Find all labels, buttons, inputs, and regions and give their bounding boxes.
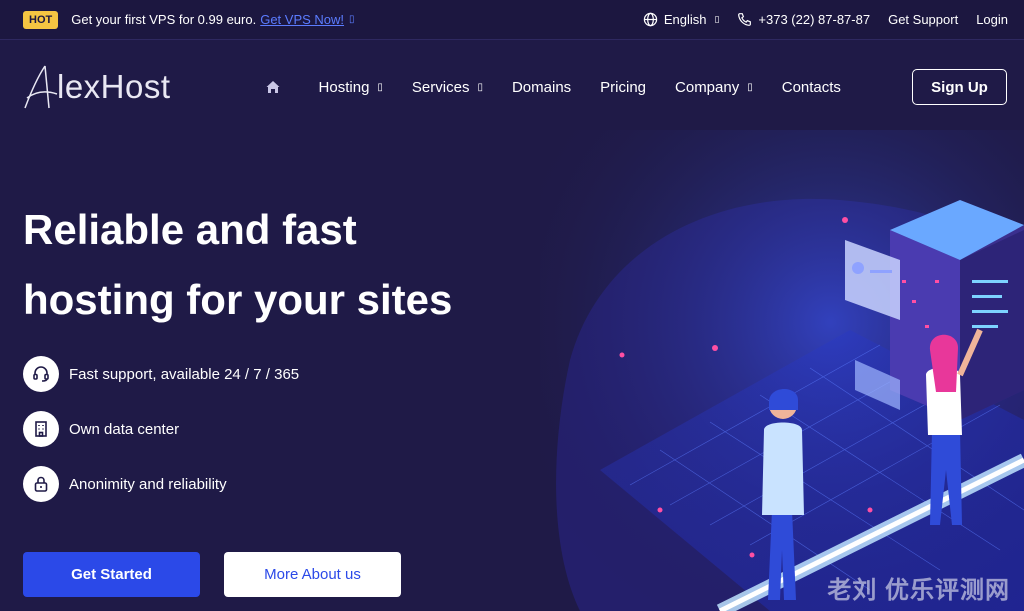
arrow-right-icon: ▯: [349, 14, 355, 25]
phone-link[interactable]: +373 (22) 87-87-87: [737, 12, 870, 27]
language-selector[interactable]: English ▯: [643, 12, 720, 27]
get-support-link[interactable]: Get Support: [888, 12, 958, 27]
globe-icon: [643, 12, 658, 27]
get-started-button[interactable]: Get Started: [23, 552, 200, 597]
promo-text: Get your first VPS for 0.99 euro.: [71, 12, 257, 27]
nav-services[interactable]: Services ▯: [412, 79, 483, 96]
nav-services-label: Services: [411, 78, 470, 96]
hero-title-line-2: hosting for your sites: [23, 276, 453, 323]
nav-domains[interactable]: Domains: [512, 79, 571, 96]
building-icon: [23, 411, 59, 447]
nav-contacts-label: Contacts: [781, 78, 841, 96]
phone-number: +373 (22) 87-87-87: [758, 12, 871, 27]
sign-up-button[interactable]: Sign Up: [912, 69, 1007, 105]
feature-text: Anonimity and reliability: [69, 475, 227, 493]
nav-pricing[interactable]: Pricing: [600, 79, 646, 96]
top-bar: HOT Get your first VPS for 0.99 euro. Ge…: [0, 0, 1024, 40]
feature-item: Own data center: [23, 411, 299, 447]
lock-icon: [23, 466, 59, 502]
nav-company-label: Company: [675, 78, 740, 96]
nav-hosting-label: Hosting: [318, 78, 370, 96]
chevron-down-icon: ▯: [377, 81, 383, 93]
nav-company[interactable]: Company ▯: [675, 79, 753, 96]
headset-icon: [23, 356, 59, 392]
feature-item: Fast support, available 24 / 7 / 365: [23, 356, 299, 392]
nav-hosting[interactable]: Hosting ▯: [319, 79, 383, 96]
language-label: English: [663, 12, 707, 27]
logo-a-mark: [24, 65, 58, 109]
feature-list: Fast support, available 24 / 7 / 365 Own…: [23, 356, 299, 521]
watermark-text: 老刘 优乐评测网: [827, 577, 1010, 604]
hot-badge: HOT: [23, 10, 59, 29]
phone-icon: [738, 13, 752, 26]
main-nav: Hosting ▯ Services ▯ Domains Pricing Com…: [265, 79, 870, 96]
hero-title: Reliable and fast hosting for your sites: [23, 195, 452, 335]
home-link[interactable]: [265, 79, 281, 95]
logo-text: lexHost: [57, 68, 171, 105]
more-about-us-button[interactable]: More About us: [224, 552, 401, 597]
hero-title-line-1: Reliable and fast: [23, 206, 357, 253]
main-header: lexHost Hosting ▯ Services ▯ Domains Pri…: [0, 41, 1024, 133]
feature-item: Anonimity and reliability: [23, 466, 299, 502]
login-link[interactable]: Login: [976, 12, 1008, 27]
nav-contacts[interactable]: Contacts: [782, 79, 841, 96]
chevron-down-icon: ▯: [477, 81, 483, 93]
nav-pricing-label: Pricing: [600, 78, 647, 96]
promo-link[interactable]: Get VPS Now!: [260, 12, 344, 27]
feature-text: Own data center: [69, 420, 180, 438]
home-icon: [266, 81, 280, 93]
logo[interactable]: lexHost: [23, 57, 171, 117]
chevron-down-icon: ▯: [747, 81, 753, 93]
hero-illustration: [540, 130, 1024, 611]
feature-text: Fast support, available 24 / 7 / 365: [69, 365, 300, 383]
nav-domains-label: Domains: [511, 78, 572, 96]
chevron-down-icon: ▯: [714, 14, 720, 24]
